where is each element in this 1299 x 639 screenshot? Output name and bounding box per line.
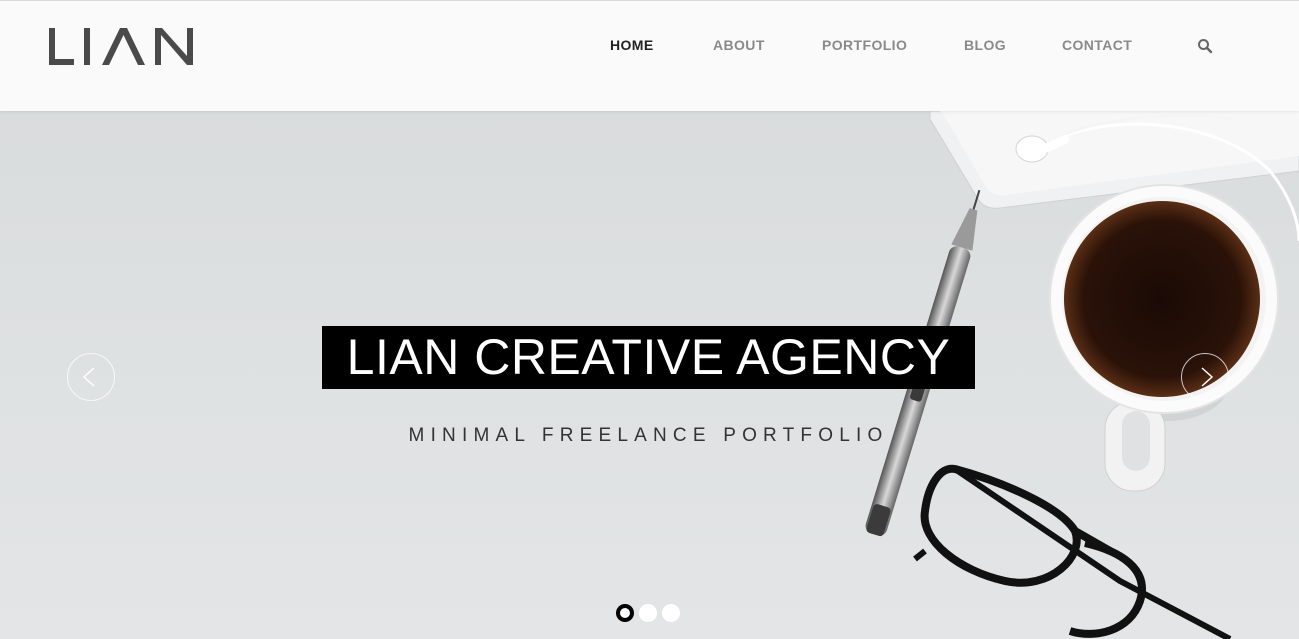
coffee-cup — [1049, 184, 1279, 492]
hero-subtitle: MINIMAL FREELANCE PORTFOLIO — [408, 425, 889, 446]
eyeglasses — [913, 464, 1232, 639]
search-icon[interactable] — [1197, 38, 1213, 54]
hero-slider: LIAN CREATIVE AGENCY MINIMAL FREELANCE P… — [0, 111, 1299, 639]
slider-dot-3[interactable] — [662, 604, 680, 622]
hero-title: LIAN CREATIVE AGENCY — [322, 326, 975, 389]
slider-next-button[interactable] — [1181, 353, 1229, 401]
chevron-right-icon — [1201, 367, 1214, 387]
slider-dot-2[interactable] — [639, 604, 657, 622]
site-header: HOME ABOUT PORTFOLIO BLOG CONTACT — [0, 0, 1299, 111]
nav-item-portfolio[interactable]: PORTFOLIO — [822, 37, 907, 53]
nav-item-about[interactable]: ABOUT — [713, 37, 765, 53]
slider-dot-1[interactable] — [616, 604, 634, 622]
slider-pagination — [616, 604, 686, 624]
nav-item-home[interactable]: HOME — [610, 37, 654, 53]
main-nav: HOME ABOUT PORTFOLIO BLOG CONTACT — [0, 37, 1299, 57]
nav-item-contact[interactable]: CONTACT — [1062, 37, 1132, 53]
chevron-left-icon — [82, 367, 95, 387]
nav-item-blog[interactable]: BLOG — [964, 37, 1006, 53]
slider-prev-button[interactable] — [67, 353, 115, 401]
